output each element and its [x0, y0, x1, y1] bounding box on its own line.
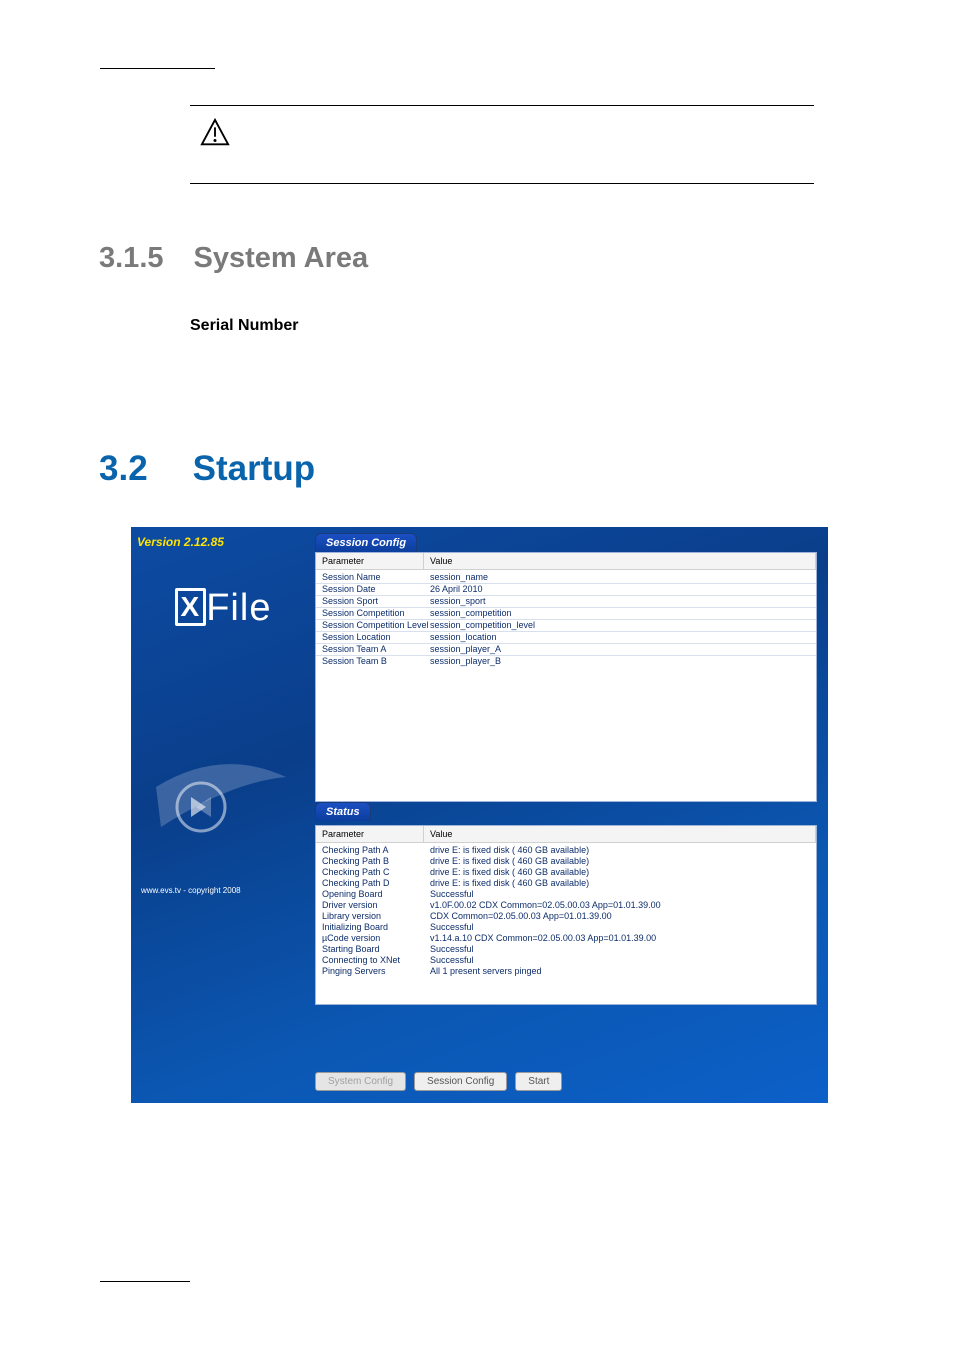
cell-parameter: Checking Path B	[322, 856, 430, 867]
startup-heading: 3.2 Startup	[99, 449, 315, 489]
table-row[interactable]: Session Team Bsession_player_B	[316, 656, 816, 667]
session-table-body: Session Namesession_nameSession Date26 A…	[316, 570, 816, 669]
table-row[interactable]: Session Team Asession_player_A	[316, 644, 816, 656]
status-table-header: Parameter Value	[316, 826, 816, 843]
cell-parameter: Connecting to XNet	[322, 955, 430, 966]
left-pane: Version 2.12.85 XFile www.evs.tv - copyr…	[131, 527, 315, 1103]
cell-value: drive E: is fixed disk ( 460 GB availabl…	[430, 867, 810, 878]
cell-parameter: Session Location	[322, 632, 430, 643]
session-config-tab[interactable]: Session Config	[315, 533, 417, 552]
cell-value: session_competition_level	[430, 620, 810, 631]
table-row[interactable]: Session Competition Levelsession_competi…	[316, 620, 816, 632]
start-button[interactable]: Start	[515, 1072, 562, 1091]
serial-number-heading: Serial Number	[190, 317, 298, 335]
logo-text: File	[206, 587, 271, 629]
table-row[interactable]: Session Sportsession_sport	[316, 596, 816, 608]
session-config-button[interactable]: Session Config	[414, 1072, 507, 1091]
cell-parameter: Checking Path A	[322, 845, 430, 856]
table-row: Opening BoardSuccessful	[316, 889, 816, 900]
table-row: Checking Path Cdrive E: is fixed disk ( …	[316, 867, 816, 878]
table-row: Driver versionv1.0F.00.02 CDX Common=02.…	[316, 900, 816, 911]
cell-value: drive E: is fixed disk ( 460 GB availabl…	[430, 845, 810, 856]
cell-parameter: Session Name	[322, 572, 430, 583]
cell-parameter: Checking Path C	[322, 867, 430, 878]
table-row: Pinging ServersAll 1 present servers pin…	[316, 966, 816, 977]
cell-parameter: Initializing Board	[322, 922, 430, 933]
version-label: Version 2.12.85	[131, 527, 315, 557]
cell-parameter: Library version	[322, 911, 430, 922]
col-value: Value	[424, 826, 816, 842]
cell-value: Successful	[430, 955, 810, 966]
col-parameter: Parameter	[316, 826, 424, 842]
logo-x-icon: X	[175, 588, 207, 626]
cell-parameter: Session Competition	[322, 608, 430, 619]
header-rule-2	[190, 183, 814, 184]
heading-number: 3.2	[99, 449, 148, 489]
table-row: Initializing BoardSuccessful	[316, 922, 816, 933]
cell-parameter: Starting Board	[322, 944, 430, 955]
table-row: µCode versionv1.14.a.10 CDX Common=02.05…	[316, 933, 816, 944]
table-row[interactable]: Session Date26 April 2010	[316, 584, 816, 596]
table-row: Connecting to XNetSuccessful	[316, 955, 816, 966]
cell-value: v1.14.a.10 CDX Common=02.05.00.03 App=01…	[430, 933, 810, 944]
cell-parameter: Session Team A	[322, 644, 430, 655]
right-pane: Session Config Parameter Value Session N…	[315, 527, 828, 1103]
status-tab[interactable]: Status	[315, 802, 371, 821]
page: 3.1.5 System Area Serial Number 3.2 Star…	[0, 0, 954, 1350]
cell-parameter: Opening Board	[322, 889, 430, 900]
table-row: Checking Path Adrive E: is fixed disk ( …	[316, 845, 816, 856]
cell-value: CDX Common=02.05.00.03 App=01.01.39.00	[430, 911, 810, 922]
table-row[interactable]: Session Competitionsession_competition	[316, 608, 816, 620]
system-area-heading: 3.1.5 System Area	[99, 242, 368, 275]
header-rule	[190, 105, 814, 106]
cell-value: Successful	[430, 944, 810, 955]
button-row: System Config Session Config Start	[315, 1072, 562, 1091]
session-table-header: Parameter Value	[316, 553, 816, 570]
cell-value: 26 April 2010	[430, 584, 810, 595]
cell-parameter: Driver version	[322, 900, 430, 911]
cell-value: session_competition	[430, 608, 810, 619]
cell-value: All 1 present servers pinged	[430, 966, 810, 977]
col-value: Value	[424, 553, 816, 569]
app-window: Version 2.12.85 XFile www.evs.tv - copyr…	[131, 527, 828, 1103]
heading-title: Startup	[193, 449, 316, 489]
system-config-button[interactable]: System Config	[315, 1072, 406, 1091]
table-row[interactable]: Session Locationsession_location	[316, 632, 816, 644]
cell-value: session_sport	[430, 596, 810, 607]
warning-icon	[200, 118, 230, 148]
table-row: Library versionCDX Common=02.05.00.03 Ap…	[316, 911, 816, 922]
cell-value: drive E: is fixed disk ( 460 GB availabl…	[430, 878, 810, 889]
product-logo: XFile	[131, 587, 315, 630]
table-row: Starting BoardSuccessful	[316, 944, 816, 955]
copyright: www.evs.tv - copyright 2008	[141, 886, 241, 895]
table-row[interactable]: Session Namesession_name	[316, 572, 816, 584]
col-parameter: Parameter	[316, 553, 424, 569]
session-config-panel: Parameter Value Session Namesession_name…	[315, 552, 817, 802]
footer-rule	[100, 1281, 190, 1282]
status-panel: Parameter Value Checking Path Adrive E: …	[315, 825, 817, 1005]
arrows-icon	[171, 777, 231, 837]
cell-value: session_player_B	[430, 656, 810, 667]
cell-parameter: Checking Path D	[322, 878, 430, 889]
cell-value: Successful	[430, 889, 810, 900]
cell-value: session_player_A	[430, 644, 810, 655]
cell-parameter: Session Team B	[322, 656, 430, 667]
header-rule-short	[100, 68, 215, 69]
cell-value: drive E: is fixed disk ( 460 GB availabl…	[430, 856, 810, 867]
cell-parameter: Session Competition Level	[322, 620, 430, 631]
cell-parameter: µCode version	[322, 933, 430, 944]
heading-title: System Area	[194, 242, 369, 275]
cell-value: session_location	[430, 632, 810, 643]
cell-value: session_name	[430, 572, 810, 583]
status-table-body: Checking Path Adrive E: is fixed disk ( …	[316, 843, 816, 979]
cell-value: v1.0F.00.02 CDX Common=02.05.00.03 App=0…	[430, 900, 810, 911]
cell-parameter: Session Sport	[322, 596, 430, 607]
table-row: Checking Path Ddrive E: is fixed disk ( …	[316, 878, 816, 889]
logo-area: XFile	[131, 587, 315, 837]
cell-parameter: Pinging Servers	[322, 966, 430, 977]
cell-parameter: Session Date	[322, 584, 430, 595]
heading-number: 3.1.5	[99, 242, 164, 275]
table-row: Checking Path Bdrive E: is fixed disk ( …	[316, 856, 816, 867]
cell-value: Successful	[430, 922, 810, 933]
